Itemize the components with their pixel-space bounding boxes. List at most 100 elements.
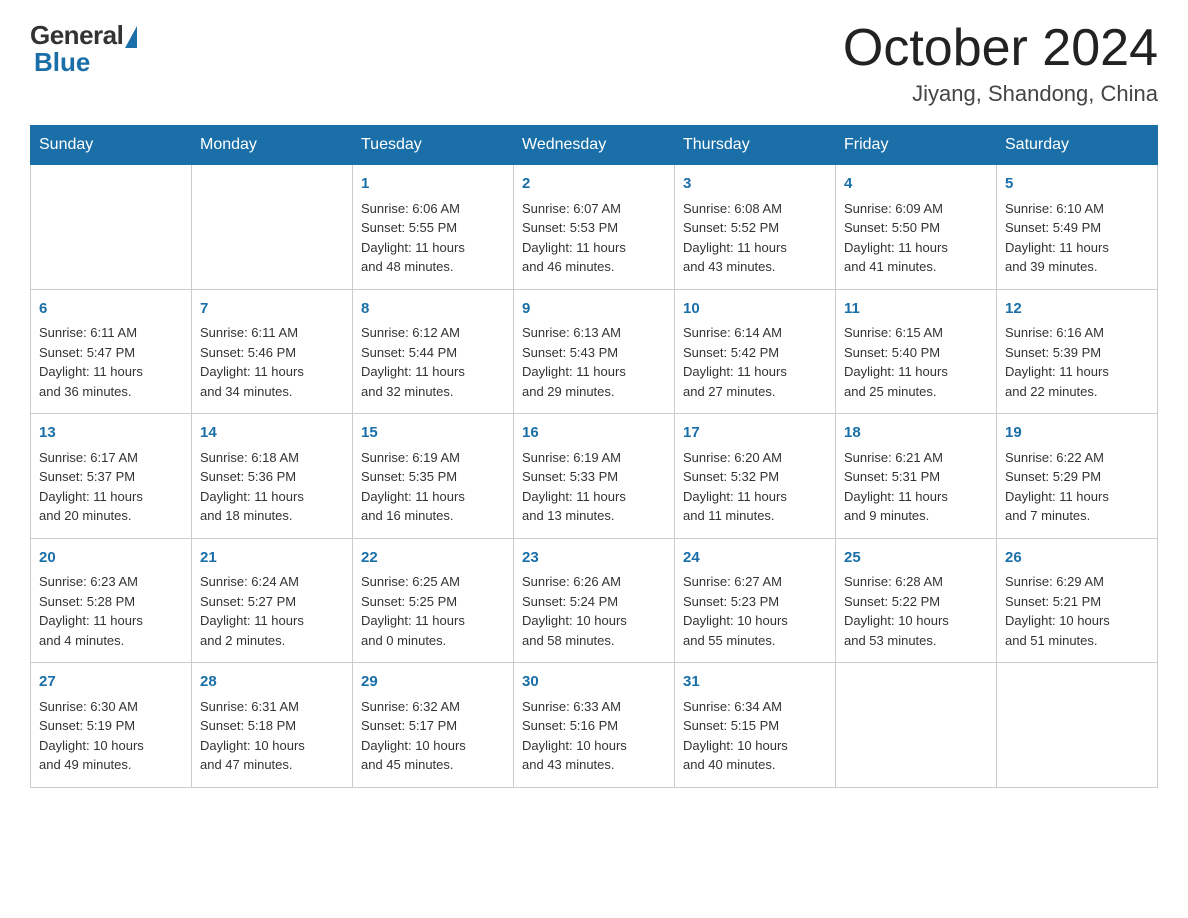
day-cell bbox=[836, 663, 997, 788]
logo: General Blue bbox=[30, 20, 137, 78]
header-cell-tuesday: Tuesday bbox=[353, 126, 514, 165]
day-cell: 9Sunrise: 6:13 AM Sunset: 5:43 PM Daylig… bbox=[514, 289, 675, 414]
day-number: 9 bbox=[522, 298, 666, 321]
day-detail: Sunrise: 6:07 AM Sunset: 5:53 PM Dayligh… bbox=[522, 199, 666, 277]
day-number: 3 bbox=[683, 173, 827, 196]
day-detail: Sunrise: 6:25 AM Sunset: 5:25 PM Dayligh… bbox=[361, 572, 505, 650]
day-cell: 14 Sunrise: 6:18 AM Sunset: 5:36 PM Dayli… bbox=[192, 414, 353, 539]
header-cell-friday: Friday bbox=[836, 126, 997, 165]
day-number: 16 bbox=[522, 422, 666, 445]
day-number: 21 bbox=[200, 547, 344, 570]
day-detail: Sunrise: 6:32 AM Sunset: 5:17 PM Dayligh… bbox=[361, 697, 505, 775]
day-detail: Sunrise: 6:14 AM Sunset: 5:42 PM Dayligh… bbox=[683, 323, 827, 401]
day-detail: Sunrise: 6:23 AM Sunset: 5:28 PM Dayligh… bbox=[39, 572, 183, 650]
day-cell: 15 Sunrise: 6:19 AM Sunset: 5:35 PM Dayli… bbox=[353, 414, 514, 539]
day-number: 30 bbox=[522, 671, 666, 694]
day-cell: 21Sunrise: 6:24 AM Sunset: 5:27 PM Dayli… bbox=[192, 538, 353, 663]
day-cell: 25Sunrise: 6:28 AM Sunset: 5:22 PM Dayli… bbox=[836, 538, 997, 663]
day-number: 15 bbox=[361, 422, 505, 445]
day-cell: 5 Sunrise: 6:10 AM Sunset: 5:49 PM Daylig… bbox=[997, 165, 1158, 290]
day-number: 1 bbox=[361, 173, 505, 196]
day-cell: 11Sunrise: 6:15 AM Sunset: 5:40 PM Dayli… bbox=[836, 289, 997, 414]
day-detail: Sunrise: 6:12 AM Sunset: 5:44 PM Dayligh… bbox=[361, 323, 505, 401]
month-title: October 2024 bbox=[843, 20, 1158, 77]
day-cell: 22Sunrise: 6:25 AM Sunset: 5:25 PM Dayli… bbox=[353, 538, 514, 663]
day-cell: 8Sunrise: 6:12 AM Sunset: 5:44 PM Daylig… bbox=[353, 289, 514, 414]
day-number: 27 bbox=[39, 671, 183, 694]
day-detail: Sunrise: 6:09 AM Sunset: 5:50 PM Dayligh… bbox=[844, 199, 988, 277]
day-number: 11 bbox=[844, 298, 988, 321]
day-detail: Sunrise: 6:10 AM Sunset: 5:49 PM Dayligh… bbox=[1005, 199, 1149, 277]
header-cell-wednesday: Wednesday bbox=[514, 126, 675, 165]
day-number: 13 bbox=[39, 422, 183, 445]
page-header: General Blue October 2024 Jiyang, Shando… bbox=[30, 20, 1158, 107]
logo-triangle-icon bbox=[125, 26, 137, 48]
day-cell: 6Sunrise: 6:11 AM Sunset: 5:47 PM Daylig… bbox=[31, 289, 192, 414]
day-detail: Sunrise: 6:17 AM Sunset: 5:37 PM Dayligh… bbox=[39, 448, 183, 526]
day-cell: 16 Sunrise: 6:19 AM Sunset: 5:33 PM Dayli… bbox=[514, 414, 675, 539]
day-detail: Sunrise: 6:27 AM Sunset: 5:23 PM Dayligh… bbox=[683, 572, 827, 650]
day-detail: Sunrise: 6:08 AM Sunset: 5:52 PM Dayligh… bbox=[683, 199, 827, 277]
day-number: 8 bbox=[361, 298, 505, 321]
day-cell: 31Sunrise: 6:34 AM Sunset: 5:15 PM Dayli… bbox=[675, 663, 836, 788]
day-detail: Sunrise: 6:19 AM Sunset: 5:33 PM Dayligh… bbox=[522, 448, 666, 526]
day-cell: 2Sunrise: 6:07 AM Sunset: 5:53 PM Daylig… bbox=[514, 165, 675, 290]
day-detail: Sunrise: 6:18 AM Sunset: 5:36 PM Dayligh… bbox=[200, 448, 344, 526]
day-cell: 27Sunrise: 6:30 AM Sunset: 5:19 PM Dayli… bbox=[31, 663, 192, 788]
day-number: 5 bbox=[1005, 173, 1149, 196]
day-cell: 4 Sunrise: 6:09 AM Sunset: 5:50 PM Daylig… bbox=[836, 165, 997, 290]
day-number: 25 bbox=[844, 547, 988, 570]
day-cell: 10Sunrise: 6:14 AM Sunset: 5:42 PM Dayli… bbox=[675, 289, 836, 414]
day-number: 19 bbox=[1005, 422, 1149, 445]
day-number: 23 bbox=[522, 547, 666, 570]
week-row-2: 6Sunrise: 6:11 AM Sunset: 5:47 PM Daylig… bbox=[31, 289, 1158, 414]
week-row-5: 27Sunrise: 6:30 AM Sunset: 5:19 PM Dayli… bbox=[31, 663, 1158, 788]
day-detail: Sunrise: 6:31 AM Sunset: 5:18 PM Dayligh… bbox=[200, 697, 344, 775]
header-cell-saturday: Saturday bbox=[997, 126, 1158, 165]
header-cell-sunday: Sunday bbox=[31, 126, 192, 165]
day-cell: 30 Sunrise: 6:33 AM Sunset: 5:16 PM Dayli… bbox=[514, 663, 675, 788]
day-detail: Sunrise: 6:21 AM Sunset: 5:31 PM Dayligh… bbox=[844, 448, 988, 526]
day-detail: Sunrise: 6:20 AM Sunset: 5:32 PM Dayligh… bbox=[683, 448, 827, 526]
day-cell: 7Sunrise: 6:11 AM Sunset: 5:46 PM Daylig… bbox=[192, 289, 353, 414]
day-detail: Sunrise: 6:33 AM Sunset: 5:16 PM Dayligh… bbox=[522, 697, 666, 775]
day-cell: 3 Sunrise: 6:08 AM Sunset: 5:52 PM Daylig… bbox=[675, 165, 836, 290]
day-cell: 13 Sunrise: 6:17 AM Sunset: 5:37 PM Dayli… bbox=[31, 414, 192, 539]
day-number: 4 bbox=[844, 173, 988, 196]
week-row-3: 13 Sunrise: 6:17 AM Sunset: 5:37 PM Dayli… bbox=[31, 414, 1158, 539]
week-row-4: 20Sunrise: 6:23 AM Sunset: 5:28 PM Dayli… bbox=[31, 538, 1158, 663]
day-number: 26 bbox=[1005, 547, 1149, 570]
day-detail: Sunrise: 6:28 AM Sunset: 5:22 PM Dayligh… bbox=[844, 572, 988, 650]
day-detail: Sunrise: 6:19 AM Sunset: 5:35 PM Dayligh… bbox=[361, 448, 505, 526]
calendar-header-row: SundayMondayTuesdayWednesdayThursdayFrid… bbox=[31, 126, 1158, 165]
day-cell: 19 Sunrise: 6:22 AM Sunset: 5:29 PM Dayli… bbox=[997, 414, 1158, 539]
calendar-table: SundayMondayTuesdayWednesdayThursdayFrid… bbox=[30, 125, 1158, 788]
day-cell: 20Sunrise: 6:23 AM Sunset: 5:28 PM Dayli… bbox=[31, 538, 192, 663]
header-cell-thursday: Thursday bbox=[675, 126, 836, 165]
day-cell: 29Sunrise: 6:32 AM Sunset: 5:17 PM Dayli… bbox=[353, 663, 514, 788]
day-detail: Sunrise: 6:15 AM Sunset: 5:40 PM Dayligh… bbox=[844, 323, 988, 401]
day-number: 6 bbox=[39, 298, 183, 321]
day-number: 10 bbox=[683, 298, 827, 321]
header-cell-monday: Monday bbox=[192, 126, 353, 165]
day-cell: 18 Sunrise: 6:21 AM Sunset: 5:31 PM Dayli… bbox=[836, 414, 997, 539]
day-number: 14 bbox=[200, 422, 344, 445]
day-cell: 28 Sunrise: 6:31 AM Sunset: 5:18 PM Dayli… bbox=[192, 663, 353, 788]
day-number: 28 bbox=[200, 671, 344, 694]
week-row-1: 1 Sunrise: 6:06 AM Sunset: 5:55 PM Daylig… bbox=[31, 165, 1158, 290]
day-number: 24 bbox=[683, 547, 827, 570]
day-detail: Sunrise: 6:29 AM Sunset: 5:21 PM Dayligh… bbox=[1005, 572, 1149, 650]
day-cell: 23Sunrise: 6:26 AM Sunset: 5:24 PM Dayli… bbox=[514, 538, 675, 663]
day-detail: Sunrise: 6:06 AM Sunset: 5:55 PM Dayligh… bbox=[361, 199, 505, 277]
day-cell: 12Sunrise: 6:16 AM Sunset: 5:39 PM Dayli… bbox=[997, 289, 1158, 414]
day-number: 18 bbox=[844, 422, 988, 445]
day-cell bbox=[31, 165, 192, 290]
day-number: 31 bbox=[683, 671, 827, 694]
day-detail: Sunrise: 6:22 AM Sunset: 5:29 PM Dayligh… bbox=[1005, 448, 1149, 526]
day-detail: Sunrise: 6:26 AM Sunset: 5:24 PM Dayligh… bbox=[522, 572, 666, 650]
day-detail: Sunrise: 6:13 AM Sunset: 5:43 PM Dayligh… bbox=[522, 323, 666, 401]
day-number: 7 bbox=[200, 298, 344, 321]
day-number: 17 bbox=[683, 422, 827, 445]
logo-blue-text: Blue bbox=[30, 47, 90, 78]
day-detail: Sunrise: 6:11 AM Sunset: 5:46 PM Dayligh… bbox=[200, 323, 344, 401]
